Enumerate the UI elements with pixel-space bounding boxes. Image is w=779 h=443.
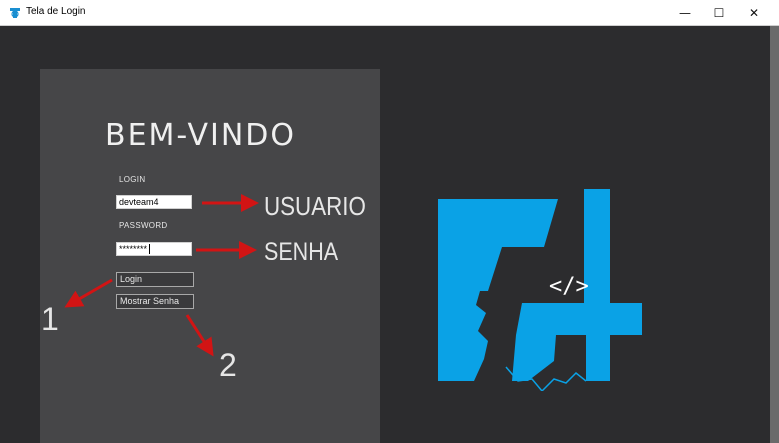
text-caret — [149, 244, 150, 254]
password-input[interactable] — [116, 242, 192, 256]
password-label: PASSWORD — [119, 221, 168, 230]
minimize-icon: — — [679, 5, 691, 20]
title-bar: Tela de Login — ☐ ✕ — [0, 0, 779, 26]
login-button[interactable]: Login — [116, 272, 194, 287]
annotation-usuario: USUARIO — [264, 191, 366, 221]
welcome-heading: BEM-VINDO — [105, 118, 297, 153]
login-input[interactable] — [116, 195, 192, 209]
annotation-number-2: 2 — [219, 347, 237, 383]
minimize-button[interactable]: — — [668, 0, 702, 25]
login-label: LOGIN — [119, 175, 146, 184]
logo-code-glyph: </> — [549, 274, 589, 299]
annotation-number-1: 1 — [41, 301, 59, 337]
t4-logo: </> — [438, 189, 642, 391]
maximize-button[interactable]: ☐ — [702, 0, 736, 25]
app-icon — [10, 8, 20, 18]
close-icon: ✕ — [748, 5, 760, 20]
annotation-senha: SENHA — [264, 238, 339, 266]
close-button[interactable]: ✕ — [737, 0, 771, 25]
show-password-button[interactable]: Mostrar Senha — [116, 294, 194, 309]
maximize-icon: ☐ — [713, 5, 725, 20]
window-title: Tela de Login — [26, 6, 86, 17]
